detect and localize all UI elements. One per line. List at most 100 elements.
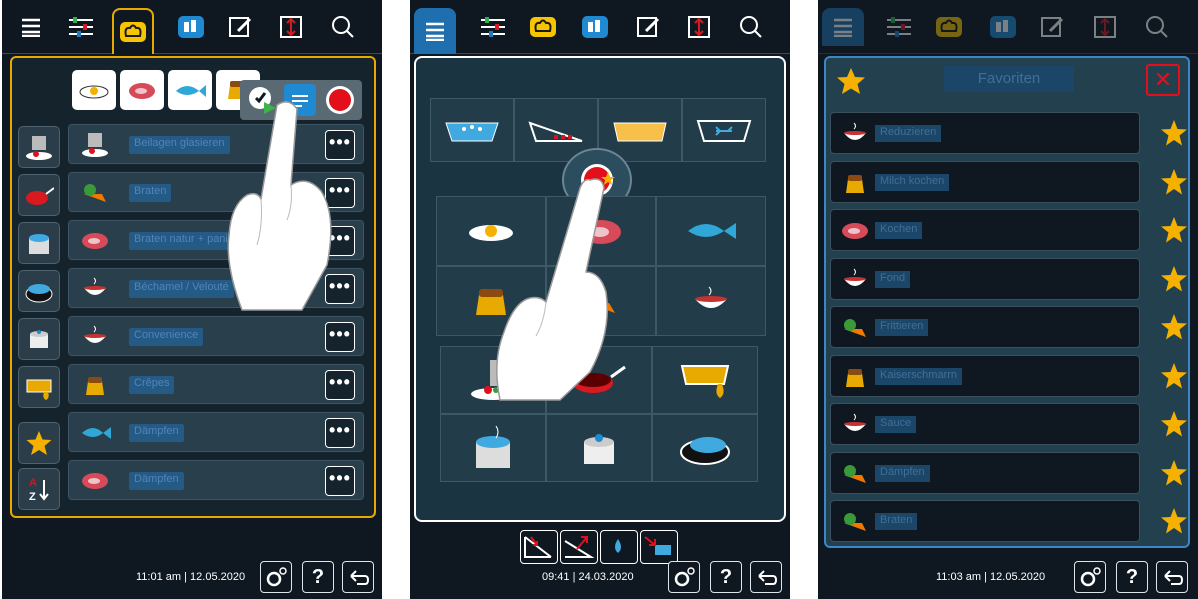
list-icon[interactable] xyxy=(284,84,316,116)
settings-button[interactable] xyxy=(260,561,292,593)
food-dessert[interactable] xyxy=(436,266,546,336)
search-icon[interactable] xyxy=(322,8,364,46)
more-options-button[interactable]: ••• xyxy=(325,274,355,304)
layout-icon[interactable] xyxy=(982,8,1024,46)
side-roasting-pan[interactable] xyxy=(18,270,60,312)
layout-icon[interactable] xyxy=(574,8,616,46)
recipe-row[interactable]: Braten natur + paniert ••• xyxy=(68,220,364,260)
favorite-row[interactable]: Fond xyxy=(830,257,1140,300)
help-button[interactable]: ? xyxy=(710,561,742,593)
record-icon[interactable] xyxy=(324,84,356,116)
favorite-row[interactable]: Braten xyxy=(830,500,1140,542)
favorite-star-icon[interactable] xyxy=(1160,410,1188,438)
settings-button[interactable] xyxy=(1074,561,1106,593)
recipe-row[interactable]: Crêpes ••• xyxy=(68,364,364,404)
clock-date: 12.05.2020 xyxy=(190,571,246,583)
food-bowl[interactable] xyxy=(656,266,766,336)
recipe-row[interactable]: Dämpfen ••• xyxy=(68,412,364,452)
back-button[interactable] xyxy=(750,561,782,593)
search-icon[interactable] xyxy=(1136,8,1178,46)
side-glaze[interactable] xyxy=(18,126,60,168)
favorite-row[interactable]: Milch kochen xyxy=(830,160,1140,203)
chef-hat-icon[interactable] xyxy=(112,8,154,54)
edit-icon[interactable] xyxy=(628,8,670,46)
settings-sliders-icon[interactable] xyxy=(878,8,920,46)
more-options-button[interactable]: ••• xyxy=(325,178,355,208)
favorite-star-icon[interactable] xyxy=(1160,168,1188,196)
favorite-star-icon[interactable] xyxy=(1160,362,1188,390)
more-options-button[interactable]: ••• xyxy=(325,130,355,160)
favorite-star-icon[interactable] xyxy=(1160,507,1188,535)
mode-container[interactable] xyxy=(682,98,766,162)
food-vegetable[interactable] xyxy=(546,266,656,336)
side-sort[interactable]: AZ xyxy=(18,468,60,510)
help-button[interactable]: ? xyxy=(1116,561,1148,593)
meat-icon xyxy=(581,220,621,244)
favorite-star-icon[interactable] xyxy=(1160,119,1188,147)
favorite-row[interactable]: Reduzieren xyxy=(830,112,1140,154)
equipment-steam-pot[interactable] xyxy=(440,414,546,482)
recipe-row[interactable]: Béchamel / Velouté ••• xyxy=(68,268,364,308)
settings-sliders-icon[interactable] xyxy=(472,8,514,46)
chef-hat-icon[interactable] xyxy=(522,8,564,46)
more-options-button[interactable]: ••• xyxy=(325,370,355,400)
favorite-row[interactable]: Frittieren xyxy=(830,306,1140,348)
favorite-star-icon[interactable] xyxy=(1160,313,1188,341)
recipe-row[interactable]: Dämpfen ••• xyxy=(68,460,364,500)
settings-sliders-icon[interactable] xyxy=(60,8,102,46)
recipe-row[interactable]: Braten ••• xyxy=(68,172,364,212)
food-meat[interactable] xyxy=(546,196,656,266)
help-button[interactable]: ? xyxy=(302,561,334,593)
favorite-row[interactable]: Dämpfen xyxy=(830,451,1140,494)
back-button[interactable] xyxy=(1156,561,1188,593)
side-favorites[interactable] xyxy=(18,422,60,464)
equipment-roasting-pan[interactable] xyxy=(652,414,758,482)
mode-water-bath[interactable] xyxy=(430,98,514,162)
equipment-frying-pan[interactable] xyxy=(546,346,652,414)
transfer-icon[interactable] xyxy=(678,8,720,46)
edit-icon[interactable] xyxy=(1032,8,1074,46)
edit-icon[interactable] xyxy=(220,8,262,46)
category-meat[interactable] xyxy=(120,70,164,110)
settings-button[interactable] xyxy=(668,561,700,593)
clock-play-icon[interactable] xyxy=(246,84,278,116)
equipment-baking-dish[interactable] xyxy=(652,346,758,414)
side-steam-pot[interactable] xyxy=(18,222,60,264)
recipe-row[interactable]: Convenience ••• xyxy=(68,316,364,356)
transfer-icon[interactable] xyxy=(1084,8,1126,46)
favorite-star-icon[interactable] xyxy=(1160,459,1188,487)
favorite-row[interactable]: Sauce xyxy=(830,403,1140,445)
equipment-grater[interactable] xyxy=(440,346,546,414)
favorite-star-icon[interactable] xyxy=(1160,265,1188,293)
side-saucepan[interactable] xyxy=(18,318,60,360)
favorite-star-icon[interactable] xyxy=(1160,216,1188,244)
baking-dish-icon xyxy=(680,365,730,398)
favorite-row[interactable]: Kaiserschmarrn xyxy=(830,354,1140,397)
search-icon[interactable] xyxy=(730,8,772,46)
fish-icon xyxy=(176,85,206,97)
menu-icon[interactable] xyxy=(822,8,864,46)
more-options-button[interactable]: ••• xyxy=(325,226,355,256)
help-icon: ? xyxy=(311,565,325,588)
chef-hat-icon[interactable] xyxy=(928,8,970,46)
recipe-row[interactable]: Beilagen glasieren ••• xyxy=(68,124,364,164)
star-icon xyxy=(26,431,52,455)
side-baking-dish[interactable] xyxy=(18,366,60,408)
transfer-icon[interactable] xyxy=(270,8,312,46)
menu-icon[interactable] xyxy=(10,8,52,46)
layout-icon[interactable] xyxy=(170,8,212,46)
equipment-saucepan[interactable] xyxy=(546,414,652,482)
more-options-button[interactable]: ••• xyxy=(325,322,355,352)
favorite-row[interactable]: Kochen xyxy=(830,209,1140,251)
back-button[interactable] xyxy=(342,561,374,593)
food-egg[interactable] xyxy=(436,196,546,266)
food-fish[interactable] xyxy=(656,196,766,266)
more-options-button[interactable]: ••• xyxy=(325,466,355,496)
side-frying-pan[interactable] xyxy=(18,174,60,216)
more-options-button[interactable]: ••• xyxy=(325,418,355,448)
favorites-header: Favoriten ✕ xyxy=(824,58,1190,102)
menu-icon[interactable] xyxy=(414,8,456,54)
category-fish[interactable] xyxy=(168,70,212,110)
close-button[interactable]: ✕ xyxy=(1146,64,1180,96)
category-egg[interactable] xyxy=(72,70,116,110)
